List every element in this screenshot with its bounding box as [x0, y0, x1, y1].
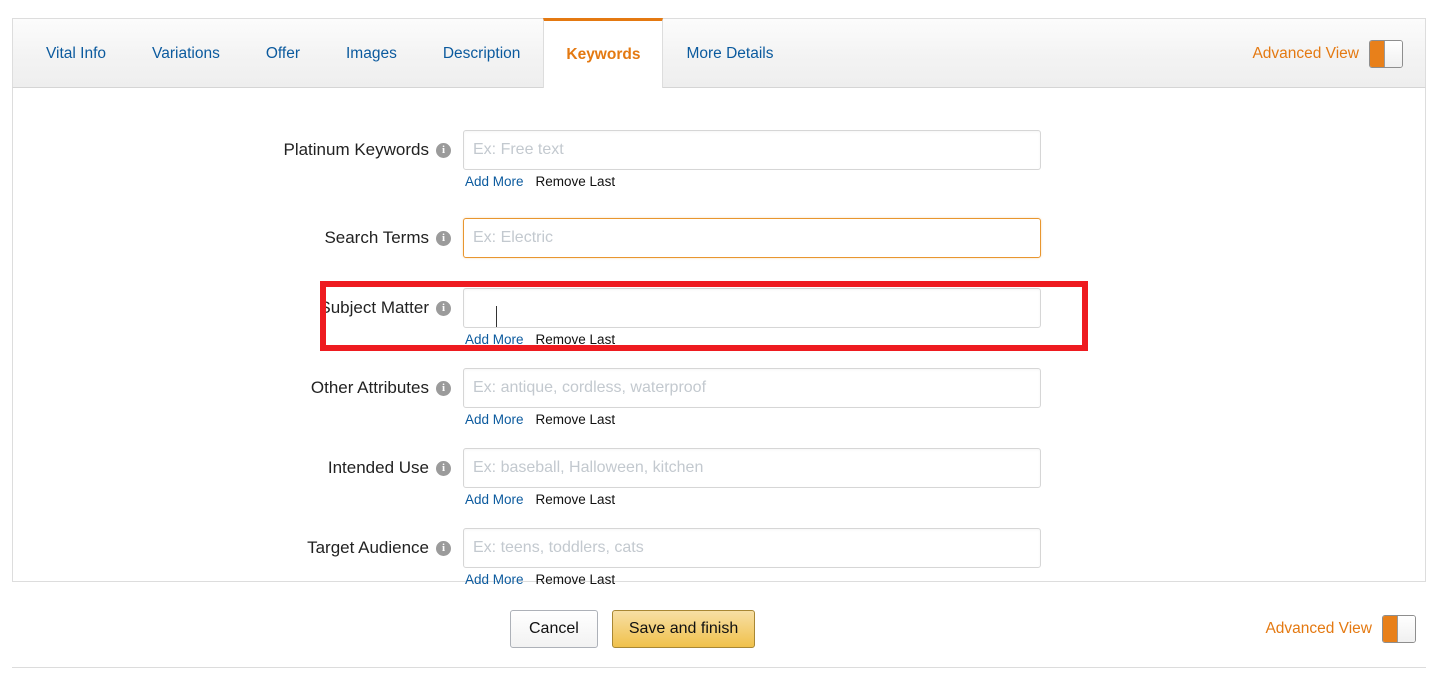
toggle-off-segment	[1384, 41, 1402, 67]
keywords-page: Vital InfoVariationsOfferImagesDescripti…	[0, 0, 1438, 680]
field-sublinks: Add More Remove Last	[463, 572, 1043, 587]
field-label-cell: Subject Matter i	[13, 288, 463, 328]
tab-variations[interactable]: Variations	[129, 19, 243, 89]
footer-divider	[12, 667, 1426, 668]
field-label-cell: Target Audience i	[13, 528, 463, 568]
add-more-link[interactable]: Add More	[465, 332, 524, 347]
info-icon[interactable]: i	[436, 461, 451, 476]
field-label-cell: Intended Use i	[13, 448, 463, 488]
tab-vital-info[interactable]: Vital Info	[23, 19, 129, 89]
field-input-cell: Add More Remove Last	[463, 130, 1043, 189]
info-icon[interactable]: i	[436, 231, 451, 246]
save-and-finish-button[interactable]: Save and finish	[612, 610, 755, 648]
field-label: Intended Use	[328, 458, 429, 478]
field-sublinks: Add More Remove Last	[463, 332, 1043, 347]
toggle-on-segment	[1383, 616, 1397, 642]
advanced-view-label-top[interactable]: Advanced View	[1252, 45, 1359, 63]
tab-offer[interactable]: Offer	[243, 19, 323, 89]
toggle-off-segment	[1397, 616, 1415, 642]
remove-last-link[interactable]: Remove Last	[536, 492, 616, 507]
add-more-link[interactable]: Add More	[465, 412, 524, 427]
form-row: Platinum Keywords i Add More Remove Last	[13, 130, 1425, 189]
field-label: Platinum Keywords	[283, 140, 429, 160]
advanced-view-toggle-top[interactable]	[1369, 40, 1403, 68]
field-label: Subject Matter	[319, 298, 429, 318]
tab-keywords[interactable]: Keywords	[543, 18, 663, 89]
advanced-view-toggle-bottom[interactable]	[1382, 615, 1416, 643]
info-icon[interactable]: i	[436, 541, 451, 556]
text-cursor	[496, 306, 497, 327]
field-input-cell: Add More Remove Last	[463, 448, 1043, 507]
field-sublinks: Add More Remove Last	[463, 412, 1043, 427]
subject-matter-input[interactable]	[463, 288, 1041, 328]
field-label: Other Attributes	[311, 378, 429, 398]
tab-description[interactable]: Description	[420, 19, 544, 89]
field-label: Target Audience	[307, 538, 429, 558]
target-audience-input[interactable]	[463, 528, 1041, 568]
field-label-cell: Search Terms i	[13, 218, 463, 258]
field-label: Search Terms	[324, 228, 429, 248]
footer-buttons: Cancel Save and finish	[510, 610, 755, 648]
cancel-button[interactable]: Cancel	[510, 610, 598, 648]
field-input-cell: Add More Remove Last	[463, 528, 1043, 587]
advanced-view-bottom: Advanced View	[1265, 610, 1416, 648]
intended-use-input[interactable]	[463, 448, 1041, 488]
field-input-cell: Add MoreRemove Last	[463, 218, 1043, 258]
form-row: Other Attributes i Add More Remove Last	[13, 368, 1425, 427]
platinum-keywords-input[interactable]	[463, 130, 1041, 170]
field-input-cell: Add More Remove Last	[463, 288, 1043, 347]
form-row: Intended Use i Add More Remove Last	[13, 448, 1425, 507]
remove-last-link[interactable]: Remove Last	[536, 572, 616, 587]
add-more-link[interactable]: Add More	[465, 572, 524, 587]
field-sublinks: Add More Remove Last	[463, 492, 1043, 507]
field-label-cell: Platinum Keywords i	[13, 130, 463, 170]
keywords-form-panel: Platinum KeywordsiAdd MoreRemove LastSea…	[12, 88, 1426, 582]
form-row: Subject Matter i Add More Remove Last	[13, 288, 1425, 347]
info-icon[interactable]: i	[436, 301, 451, 316]
advanced-view-label-bottom[interactable]: Advanced View	[1265, 620, 1372, 638]
advanced-view-top: Advanced View	[1252, 19, 1403, 89]
tab-list: Vital InfoVariationsOfferImagesDescripti…	[13, 19, 796, 89]
other-attributes-input[interactable]	[463, 368, 1041, 408]
form-row: Target Audience i Add More Remove Last	[13, 528, 1425, 587]
form-footer: Cancel Save and finish Advanced View	[0, 600, 1438, 670]
info-icon[interactable]: i	[436, 381, 451, 396]
add-more-link[interactable]: Add More	[465, 492, 524, 507]
add-more-link[interactable]: Add More	[465, 174, 524, 189]
search-terms-input[interactable]	[463, 218, 1041, 258]
tab-more-details[interactable]: More Details	[663, 19, 796, 89]
info-icon[interactable]: i	[436, 143, 451, 158]
tab-images[interactable]: Images	[323, 19, 420, 89]
remove-last-link[interactable]: Remove Last	[536, 412, 616, 427]
tab-bar: Vital InfoVariationsOfferImagesDescripti…	[12, 18, 1426, 88]
field-sublinks: Add More Remove Last	[463, 174, 1043, 189]
remove-last-link[interactable]: Remove Last	[536, 174, 616, 189]
field-input-cell: Add More Remove Last	[463, 368, 1043, 427]
field-label-cell: Other Attributes i	[13, 368, 463, 408]
toggle-on-segment	[1370, 41, 1384, 67]
form-row: Search Terms i Add MoreRemove Last	[13, 218, 1425, 258]
remove-last-link[interactable]: Remove Last	[536, 332, 616, 347]
